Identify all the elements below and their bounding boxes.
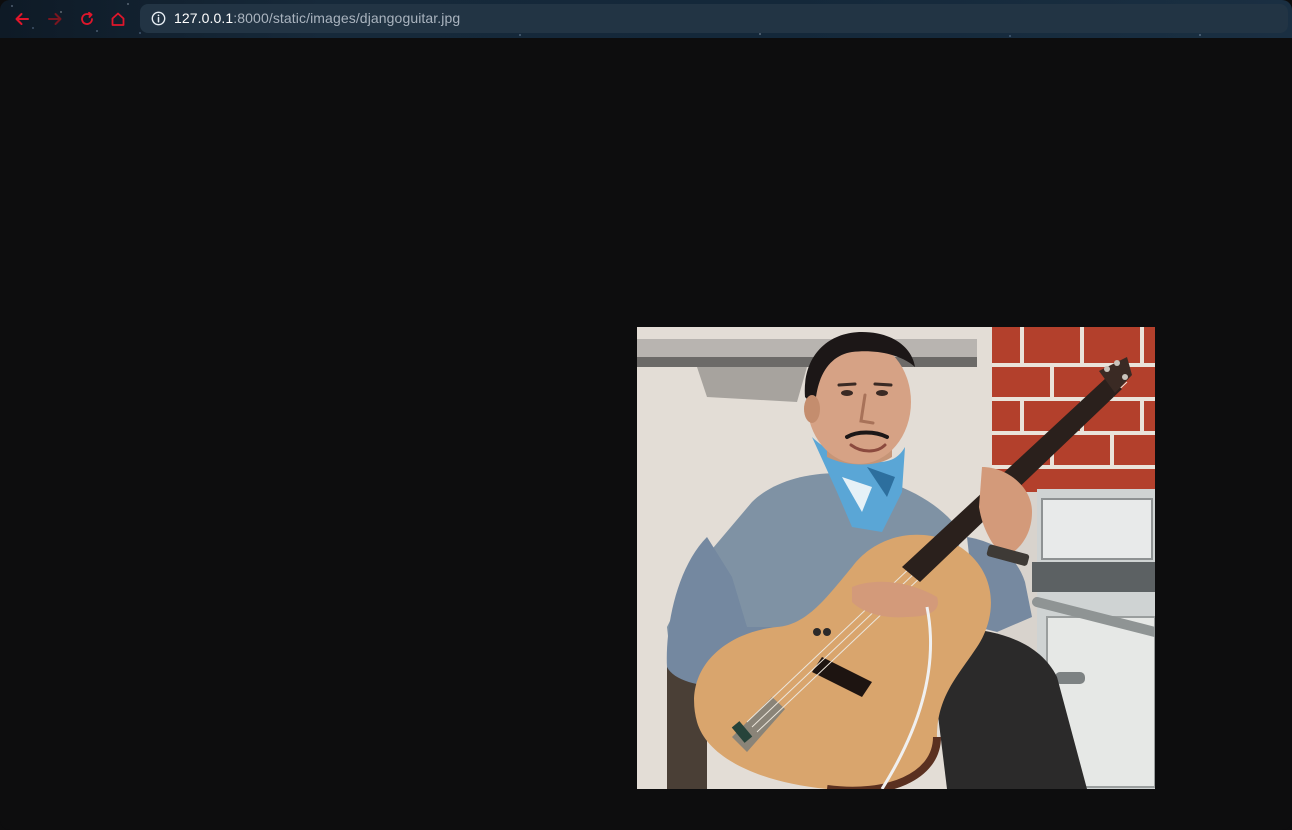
photo-of-guitarist [637, 327, 1155, 789]
home-button[interactable] [108, 9, 128, 29]
arrow-right-icon [48, 13, 62, 25]
browser-toolbar: 127.0.0.1:8000/static/images/djangoguita… [0, 0, 1292, 38]
browser-window: 127.0.0.1:8000/static/images/djangoguita… [0, 0, 1292, 830]
reload-button[interactable] [77, 9, 97, 29]
forward-button[interactable] [45, 9, 65, 29]
url-host: 127.0.0.1 [174, 10, 234, 26]
guitarist-photo [637, 327, 1155, 789]
page-content [0, 38, 1292, 830]
url-path: :8000/static/images/djangoguitar.jpg [233, 10, 461, 26]
info-circle-icon[interactable] [151, 11, 166, 26]
address-bar[interactable]: 127.0.0.1:8000/static/images/djangoguita… [140, 4, 1288, 33]
reload-icon [81, 11, 93, 25]
url-text[interactable]: 127.0.0.1:8000/static/images/djangoguita… [174, 11, 460, 26]
arrow-left-icon [15, 13, 29, 25]
home-icon [111, 12, 125, 26]
back-button[interactable] [12, 9, 32, 29]
